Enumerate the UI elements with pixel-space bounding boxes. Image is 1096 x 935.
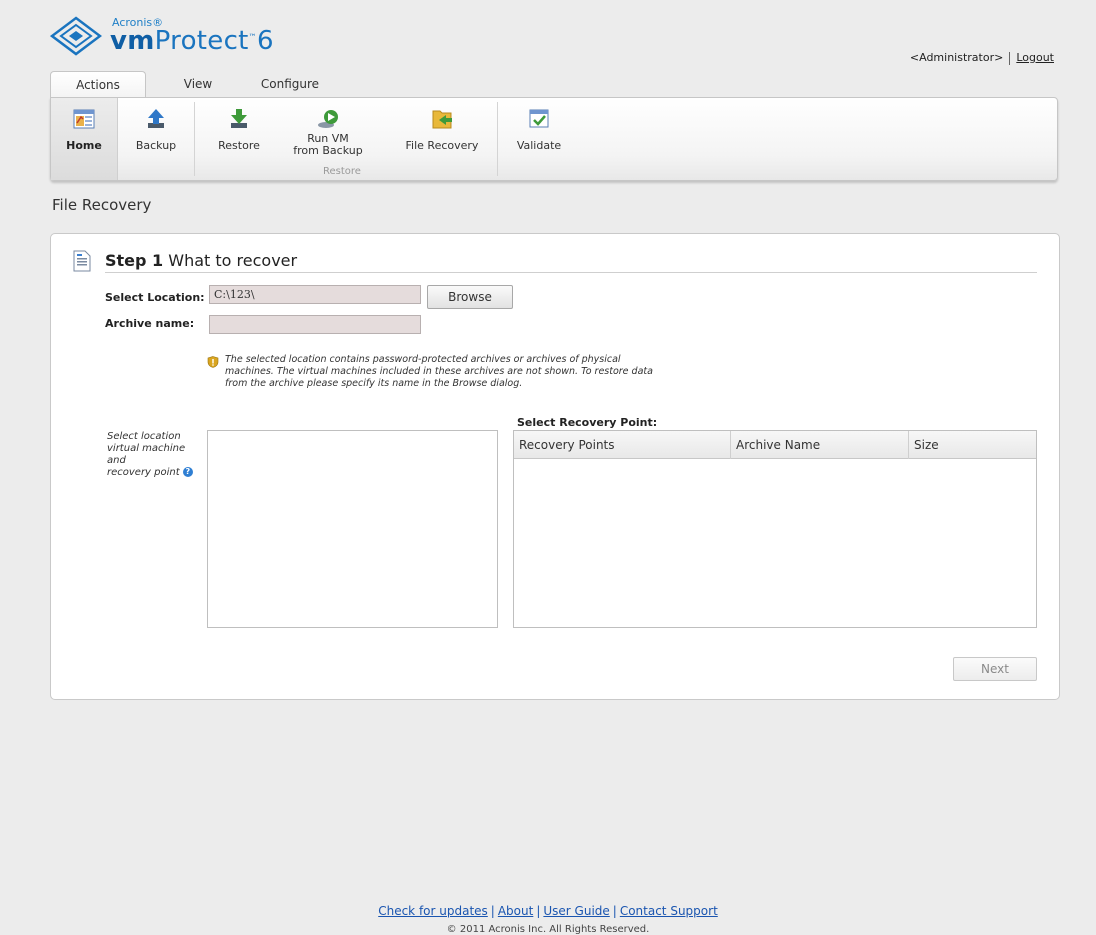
logo-emblem-icon [50, 16, 102, 56]
column-archive-name[interactable]: Archive Name [730, 431, 908, 459]
selection-hint: Select location virtual machine and reco… [107, 431, 207, 479]
next-button[interactable]: Next [953, 657, 1037, 681]
product-logo: Acronis® vmProtect™6 [50, 14, 310, 66]
logout-link[interactable]: Logout [1016, 51, 1054, 64]
footer-links: Check for updates | About | User Guide | Conta… [378, 904, 718, 918]
warning-text: The selected location contains password-… [225, 354, 653, 389]
step-title: Step 1 What to recover [105, 251, 298, 270]
validate-button[interactable]: Validate [503, 98, 575, 180]
restore-group-label: Restore [323, 166, 361, 177]
copyright-text: © 2011 Acronis Inc. All Rights Reserved. [446, 924, 650, 935]
file-recovery-button[interactable]: File Recovery [387, 98, 497, 180]
user-guide-link[interactable]: User Guide [543, 904, 609, 918]
column-recovery-points[interactable]: Recovery Points [514, 431, 730, 459]
backup-upload-icon [148, 109, 164, 128]
column-size[interactable]: Size [908, 431, 1036, 459]
home-label: Home [66, 139, 102, 152]
document-icon [73, 250, 91, 272]
browse-button[interactable]: Browse [427, 285, 513, 309]
contact-support-link[interactable]: Contact Support [620, 904, 718, 918]
archive-name-input[interactable] [209, 315, 421, 334]
home-icon [73, 109, 95, 129]
backup-button[interactable]: Backup [121, 98, 191, 180]
file-recovery-folder-icon [432, 110, 452, 129]
archive-name-label: Archive name: [105, 317, 195, 330]
about-link[interactable]: About [498, 904, 533, 918]
tab-configure[interactable]: Configure [250, 71, 330, 98]
run-vm-label: Run VM from Backup [293, 132, 363, 157]
backup-label: Backup [135, 139, 177, 152]
actions-ribbon: Home Backup Restore Run VM from Backup Fi… [50, 97, 1058, 181]
check-updates-link[interactable]: Check for updates [378, 904, 488, 918]
tab-actions[interactable]: Actions [50, 71, 146, 99]
home-button[interactable]: Home [51, 98, 118, 180]
tab-view[interactable]: View [162, 71, 234, 98]
page-title: File Recovery [52, 196, 152, 214]
location-input[interactable]: C:\123\ [209, 285, 421, 304]
recovery-point-title: Select Recovery Point: [517, 416, 658, 429]
file-recovery-label: File Recovery [405, 139, 479, 152]
validate-label: Validate [516, 139, 562, 152]
table-header: Recovery Points Archive Name Size [514, 431, 1036, 459]
step-divider [105, 272, 1037, 273]
current-user: <Administrator> [909, 51, 1004, 64]
select-location-label: Select Location: [105, 291, 205, 304]
recovery-points-table[interactable]: Recovery Points Archive Name Size [513, 430, 1037, 628]
product-name: vmProtect™6 [110, 26, 274, 56]
restore-button[interactable]: Restore [199, 98, 279, 180]
restore-label: Restore [218, 139, 260, 152]
help-icon[interactable]: ? [182, 467, 193, 477]
run-vm-icon [318, 110, 338, 128]
restore-download-icon [231, 109, 247, 128]
wizard-panel: Step 1 What to recover Select Location: … [50, 233, 1060, 700]
location-vm-tree[interactable] [207, 430, 498, 628]
user-bar: <Administrator> Logout [910, 51, 1054, 65]
warning-shield-icon [207, 356, 219, 368]
validate-check-icon [529, 109, 549, 128]
